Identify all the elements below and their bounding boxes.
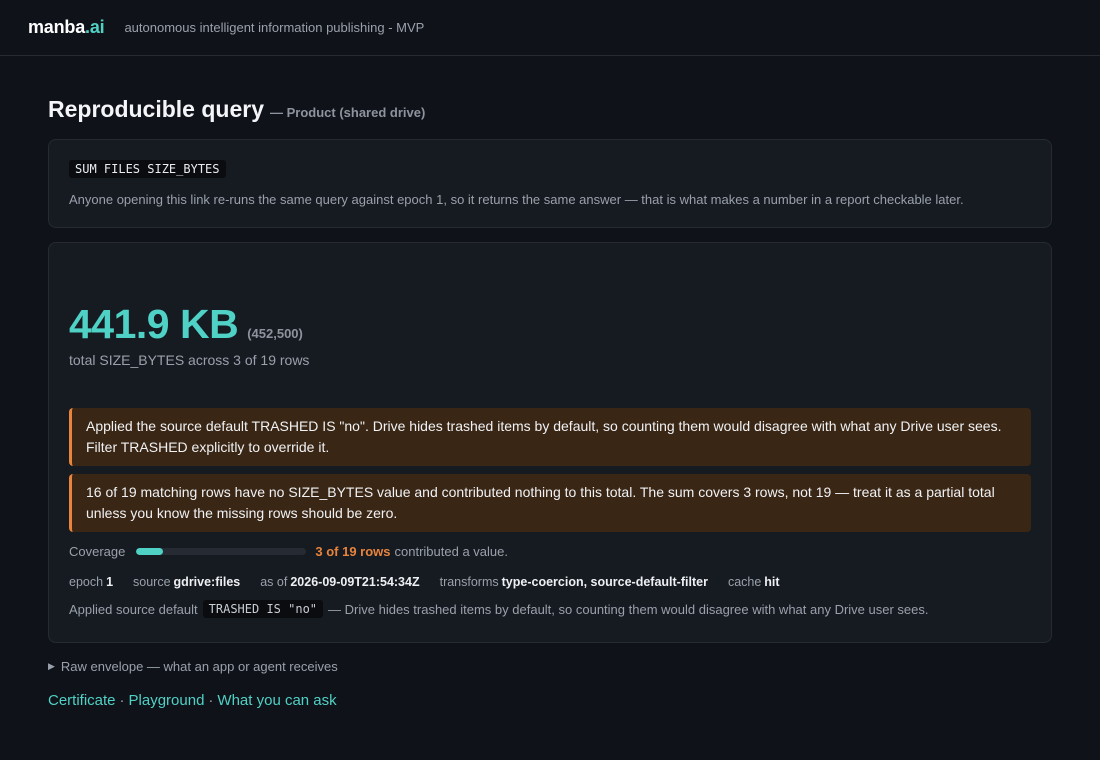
query-code: SUM FILES SIZE_BYTES — [69, 160, 226, 178]
page-subtitle: — Product (shared drive) — [269, 105, 426, 120]
playground-link[interactable]: Playground — [129, 692, 205, 709]
applied-code: TRASHED IS "no" — [202, 600, 324, 618]
coverage-text: contributed a value. — [394, 544, 508, 559]
applied-suffix: — Drive hides trashed items by default, … — [328, 601, 929, 617]
coverage-row: Coverage 3 of 19 rows contributed a valu… — [69, 544, 1031, 559]
main-content: Reproducible query — Product (shared dri… — [0, 96, 1100, 709]
brand-suffix: .ai — [85, 17, 105, 37]
meta-cache-value: hit — [764, 575, 780, 589]
link-separator: · — [208, 692, 214, 709]
disclosure-triangle-icon: ▶ — [48, 661, 55, 671]
warning-source-default: Applied the source default TRASHED IS "n… — [69, 408, 1031, 466]
raw-envelope-label: Raw envelope — what an app or agent rece… — [60, 659, 338, 674]
page-title: Reproducible query — [48, 96, 264, 122]
meta-source-label: source — [133, 575, 171, 589]
meta-epoch-label: epoch — [69, 575, 104, 589]
certificate-link[interactable]: Certificate — [48, 692, 116, 709]
meta-source: source gdrive:files — [133, 575, 240, 589]
meta-asof-label: as of — [260, 575, 288, 589]
meta-asof: as of 2026-09-09T21:54:34Z — [260, 575, 419, 589]
warning-partial-total: 16 of 19 matching rows have no SIZE_BYTE… — [69, 474, 1031, 532]
coverage-bar — [136, 548, 307, 555]
meta-cache-label: cache — [727, 575, 762, 589]
meta-transforms: transforms type-coercion, source-default-… — [440, 575, 708, 589]
query-description: Anyone opening this link re-runs the sam… — [69, 192, 964, 207]
footer-links: Certificate · Playground · What you can ask — [48, 692, 1052, 709]
tagline: autonomous intelligent information publi… — [124, 20, 425, 35]
raw-envelope-toggle[interactable]: ▶ Raw envelope — what an app or agent re… — [48, 659, 1052, 674]
link-separator: · — [119, 692, 125, 709]
brand-name: manba — [28, 17, 86, 37]
result-raw-value: (452,500) — [247, 326, 303, 341]
brand-logo[interactable]: manba.ai — [28, 17, 105, 38]
what-you-can-ask-link[interactable]: What you can ask — [217, 692, 336, 709]
meta-asof-value: 2026-09-09T21:54:34Z — [290, 575, 420, 589]
metadata-row: epoch 1 source gdrive:files as of 2026-09-0… — [69, 575, 1031, 589]
meta-source-value: gdrive:files — [173, 575, 241, 589]
applied-prefix: Applied source default — [69, 601, 198, 617]
meta-epoch: epoch 1 — [69, 575, 113, 589]
applied-default-note: Applied source default TRASHED IS "no" —… — [69, 600, 1031, 618]
result-value-row: 441.9 KB (452,500) — [69, 301, 1031, 348]
meta-transforms-label: transforms — [439, 575, 499, 589]
meta-transforms-value: type-coercion, source-default-filter — [501, 575, 708, 589]
meta-cache: cache hit — [728, 575, 780, 589]
result-card: 441.9 KB (452,500) total SIZE_BYTES acro… — [48, 242, 1052, 643]
result-description: total SIZE_BYTES across 3 of 19 rows — [69, 352, 310, 368]
coverage-bar-fill — [136, 548, 164, 555]
query-card: SUM FILES SIZE_BYTES Anyone opening this… — [48, 139, 1052, 228]
top-bar: manba.ai autonomous intelligent informat… — [0, 0, 1100, 56]
coverage-label: Coverage — [69, 544, 126, 559]
result-value: 441.9 KB — [69, 301, 239, 347]
coverage-count: 3 of 19 rows — [315, 544, 391, 559]
page-heading: Reproducible query — Product (shared dri… — [48, 96, 1052, 123]
meta-epoch-value: 1 — [106, 575, 114, 589]
